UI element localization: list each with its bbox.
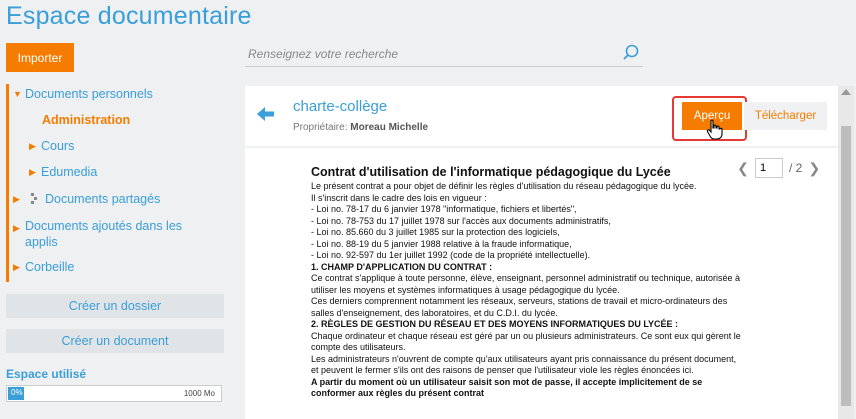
sidebar: ▼ Documents personnels Administration ▶ … (6, 84, 224, 353)
hand-cursor-icon (706, 119, 723, 140)
document-heading: Contrat d'utilisation de l'informatique … (311, 165, 671, 179)
back-arrow-icon[interactable] (257, 106, 275, 122)
next-page-icon[interactable]: ❯ (808, 160, 820, 177)
section-heading: 1. CHAMP D'APPLICATION DU CONTRAT : (311, 261, 493, 272)
document-line: et peuvent le fermer s'ils ont des raiso… (311, 365, 694, 375)
document-owner: Propriétaire: Moreau Michelle (293, 122, 428, 133)
document-line: compte des utilisateurs. (311, 342, 406, 352)
search-icon[interactable] (621, 43, 641, 63)
caret-right-icon: ▶ (13, 223, 20, 233)
folder-tree: ▼ Documents personnels Administration ▶ … (6, 84, 224, 282)
search-bar (245, 41, 643, 67)
sidebar-item-label: Corbeille (25, 260, 75, 274)
document-line: - Loi no. 78-17 du 6 janvier 1978 "infor… (311, 204, 577, 214)
caret-down-icon: ▼ (13, 89, 22, 99)
document-title: charte-collège (293, 98, 388, 115)
document-content: Contrat d'utilisation de l'informatique … (311, 164, 761, 400)
storage-progress-bar: 0% 1000 Mo (6, 385, 222, 402)
document-line: salles d'enseignement, des laboratoires,… (311, 307, 558, 318)
document-line: - Loi no. 85.660 du 3 juillet 1985 sur l… (311, 227, 560, 237)
sidebar-item-label: Documents ajoutés dans les applis (25, 219, 183, 249)
caret-right-icon: ▶ (29, 140, 36, 151)
document-viewer: ❮ / 2 ❯ Contrat d'utilisation de l'infor… (245, 148, 838, 419)
total-pages: / 2 (789, 161, 803, 175)
owner-name: Moreau Michelle (350, 122, 429, 133)
sidebar-item-documents-personnels[interactable]: ▼ Documents personnels (13, 87, 153, 101)
storage-total: 1000 Mo (183, 389, 215, 398)
document-line: - Loi no. 78-753 du 17 juillet 1978 sur … (311, 215, 611, 226)
document-line: Ce contrat s'applique à toute personne, … (311, 273, 740, 283)
sidebar-item-label: Documents partagés (45, 192, 161, 206)
sidebar-item-documents-ajoutes[interactable]: ▶ Documents ajoutés dans les applis (13, 218, 193, 250)
scroll-up-icon[interactable] (841, 89, 851, 95)
document-line: conformer aux règles du présent contrat (311, 388, 485, 398)
storage-percent: 0% (11, 388, 23, 397)
document-line: - Loi no. 88-19 du 5 janvier 1988 relati… (311, 238, 572, 249)
download-button[interactable]: Télécharger (744, 102, 827, 130)
document-line: A partir du moment où un utilisateur sai… (311, 376, 703, 387)
sidebar-item-cours[interactable]: ▶ Cours (29, 139, 74, 153)
scrollbar-thumb[interactable] (841, 126, 851, 406)
sidebar-item-edumedia[interactable]: ▶ Edumedia (29, 165, 97, 179)
document-header: charte-collège Propriétaire: Moreau Mich… (245, 86, 838, 146)
document-line: utiliser les moyens et systèmes informat… (311, 284, 620, 295)
page-title: Espace documentaire (6, 2, 252, 30)
scrollbar[interactable] (838, 86, 854, 419)
document-line: Le présent contrat a pour objet de défin… (311, 181, 697, 191)
sidebar-item-documents-partages[interactable]: ▶ Documents partagés (13, 192, 160, 206)
caret-right-icon: ▶ (13, 261, 20, 272)
sidebar-item-administration[interactable]: Administration (42, 113, 130, 127)
sidebar-item-label: Documents personnels (25, 87, 153, 101)
share-icon (31, 193, 37, 204)
sidebar-item-corbeille[interactable]: ▶ Corbeille (13, 260, 74, 274)
caret-right-icon: ▶ (29, 166, 36, 177)
sidebar-item-label: Administration (42, 113, 131, 127)
document-line: - Loi no. 92-597 du 1er juillet 1992 (co… (311, 250, 591, 260)
create-folder-button[interactable]: Créer un dossier (6, 294, 224, 318)
caret-right-icon: ▶ (13, 193, 20, 204)
storage-label: Espace utilisé (6, 367, 87, 381)
document-line: Ces derniers comprennent notamment les r… (311, 296, 728, 306)
section-heading: 2. RÈGLES DE GESTION DU RÉSEAU ET DES MO… (311, 319, 679, 329)
document-line: Il s'inscrit dans le cadre des lois en v… (311, 192, 487, 203)
import-button[interactable]: Importer (6, 43, 74, 72)
document-line: Chaque ordinateur et chaque réseau est g… (311, 330, 741, 341)
create-document-button[interactable]: Créer un document (6, 329, 224, 353)
owner-label: Propriétaire: (293, 122, 348, 133)
sidebar-item-label: Cours (41, 139, 75, 153)
document-line: Les administrateurs n'ouvrent de compte … (311, 353, 737, 364)
sidebar-item-label: Edumedia (41, 165, 98, 179)
search-input[interactable] (248, 45, 608, 63)
